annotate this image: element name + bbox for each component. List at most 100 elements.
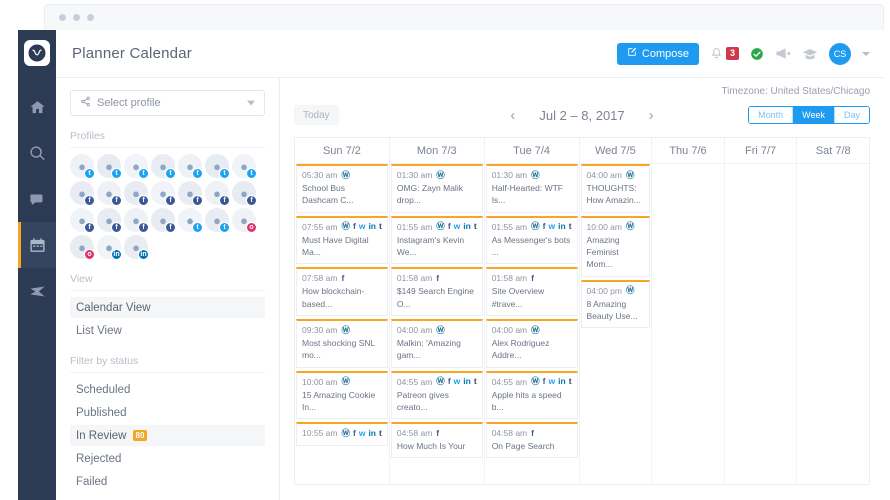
calendar-event[interactable]: 01:30 am Ⓦ Half-Hearted: WTF Is... bbox=[485, 164, 578, 213]
profile-avatar[interactable]: ● f bbox=[151, 208, 176, 233]
day-header: Tue 7/4 bbox=[484, 138, 579, 164]
calendar-event[interactable]: 01:55 am Ⓦf ᴡ in t As Messenger's bots ... bbox=[485, 215, 578, 265]
megaphone-icon[interactable] bbox=[775, 47, 791, 60]
network-badge-ig: o bbox=[84, 249, 95, 260]
profile-avatar[interactable]: ● f bbox=[97, 181, 122, 206]
view-mode-month[interactable]: Month bbox=[749, 107, 794, 123]
calendar-event[interactable]: 04:00 am Ⓦ THOUGHTS: How Amazin... bbox=[580, 164, 651, 213]
network-badge-fb: f bbox=[165, 222, 176, 233]
chevron-down-icon[interactable] bbox=[862, 51, 870, 56]
status-filter-item[interactable]: Scheduled bbox=[70, 379, 265, 400]
profile-avatar[interactable]: ● in bbox=[124, 235, 149, 260]
status-count-badge: 80 bbox=[132, 430, 148, 441]
profile-avatar[interactable]: ● t bbox=[97, 154, 122, 179]
profile-avatar[interactable]: ● t bbox=[178, 154, 203, 179]
calendar-event[interactable]: 01:58 am f Site Overview #trave... bbox=[485, 267, 578, 316]
event-networks: Ⓦ bbox=[341, 326, 350, 335]
profile-avatar[interactable]: ● f bbox=[151, 181, 176, 206]
today-button[interactable]: Today bbox=[294, 105, 339, 125]
search-icon bbox=[29, 145, 46, 162]
profile-avatar[interactable]: ● t bbox=[151, 154, 176, 179]
select-profile-label: Select profile bbox=[97, 97, 161, 109]
avatar[interactable]: CS bbox=[829, 42, 851, 65]
prev-week-button[interactable]: ‹ bbox=[510, 108, 515, 123]
profile-avatar[interactable]: ● o bbox=[232, 208, 257, 233]
calendar-event[interactable]: 04:00 am Ⓦ Alex Rodriguez Addre... bbox=[485, 318, 578, 368]
calendar-day-column: Mon 7/3 01:30 am Ⓦ OMG: Zayn Malik drop... 0… bbox=[389, 138, 485, 484]
network-badge-tw: t bbox=[219, 168, 230, 179]
graduation-cap-icon[interactable] bbox=[802, 47, 818, 60]
compose-button[interactable]: Compose bbox=[616, 42, 699, 65]
calendar-event[interactable]: 04:58 am f On Page Search bbox=[485, 422, 578, 459]
event-meta: 01:58 am f bbox=[397, 273, 477, 283]
calendar-event[interactable]: 01:55 am Ⓦf ᴡ in t Instagram's Kevin We... bbox=[390, 215, 483, 265]
event-title: 15 Amazing Cookie In... bbox=[302, 389, 376, 412]
calendar-event[interactable]: 01:58 am f $149 Search Engine O... bbox=[390, 267, 483, 316]
event-networks: f bbox=[531, 429, 534, 438]
view-item[interactable]: Calendar View bbox=[70, 297, 265, 318]
day-events bbox=[652, 164, 724, 484]
rail-item-publish[interactable] bbox=[18, 268, 56, 314]
profile-avatar[interactable]: ● t bbox=[124, 154, 149, 179]
calendar-event[interactable]: 04:00 pm Ⓦ 8 Amazing Beauty Use... bbox=[580, 279, 651, 329]
view-mode-week[interactable]: Week bbox=[793, 107, 835, 123]
calendar-event[interactable]: 05:30 am Ⓦ School Bus Dashcam C... bbox=[296, 164, 388, 213]
calendar-event[interactable]: 07:55 am Ⓦf ᴡ in t Must Have Digital Ma... bbox=[296, 215, 388, 265]
calendar-day-column: Sat 7/8 bbox=[797, 138, 869, 484]
calendar-event[interactable]: 07:58 am f How blockchain-based... bbox=[296, 267, 388, 316]
profile-avatar[interactable]: ● f bbox=[205, 181, 230, 206]
calendar-event[interactable]: 09:30 am Ⓦ Most shocking SNL mo... bbox=[296, 318, 388, 368]
profile-avatar[interactable]: ● f bbox=[70, 181, 95, 206]
select-profile-dropdown[interactable]: Select profile bbox=[70, 90, 265, 116]
event-networks: Ⓦ bbox=[531, 326, 540, 335]
rail-item-search[interactable] bbox=[18, 130, 56, 176]
rail-item-calendar[interactable] bbox=[18, 222, 56, 268]
event-title: $149 Search Engine O... bbox=[396, 286, 474, 309]
profile-avatar[interactable]: ● f bbox=[97, 208, 122, 233]
calendar-event[interactable]: 04:58 am f How Much Is Your bbox=[390, 422, 483, 459]
status-filter-item[interactable]: Failed bbox=[70, 471, 265, 492]
profile-avatar[interactable]: ● t bbox=[232, 154, 257, 179]
chevron-down-icon bbox=[247, 94, 255, 112]
network-icon-wp: Ⓦ bbox=[341, 221, 350, 232]
profile-avatar[interactable]: ● t bbox=[178, 208, 203, 233]
status-filter-item[interactable]: Published bbox=[70, 402, 265, 423]
calendar-event[interactable]: 10:55 am Ⓦf ᴡ in t bbox=[296, 422, 388, 447]
profile-avatar[interactable]: ● f bbox=[232, 181, 257, 206]
event-title: Site Overview #trave... bbox=[491, 286, 545, 309]
calendar-event[interactable]: 10:00 am Ⓦ Amazing Feminist Mom... bbox=[580, 215, 651, 277]
rail-item-home[interactable] bbox=[18, 84, 56, 130]
event-meta: 05:30 am Ⓦ bbox=[302, 170, 382, 180]
window-dot-maximize[interactable] bbox=[87, 14, 94, 21]
profile-avatar[interactable]: ● f bbox=[178, 181, 203, 206]
app-logo[interactable] bbox=[24, 40, 50, 66]
network-badge-fb: f bbox=[246, 195, 257, 206]
profile-avatar[interactable]: ● f bbox=[124, 181, 149, 206]
window-dot-minimize[interactable] bbox=[73, 14, 80, 21]
calendar-event[interactable]: 04:55 am Ⓦf ᴡ in t Apple hits a speed b... bbox=[485, 370, 578, 420]
next-week-button[interactable]: › bbox=[649, 108, 654, 123]
notifications[interactable]: 3 bbox=[710, 47, 739, 60]
calendar-day-column: Sun 7/2 05:30 am Ⓦ School Bus Dashcam C... 0… bbox=[295, 138, 390, 484]
profile-avatar[interactable]: ● in bbox=[97, 235, 122, 260]
event-title: School Bus Dashcam C... bbox=[302, 183, 354, 206]
profile-avatar[interactable]: ● f bbox=[124, 208, 149, 233]
check-circle-icon[interactable] bbox=[750, 47, 764, 61]
network-icon-tw: ᴡ bbox=[453, 221, 461, 232]
window-dot-close[interactable] bbox=[59, 14, 66, 21]
calendar-event[interactable]: 10:00 am Ⓦ 15 Amazing Cookie In... bbox=[296, 370, 388, 420]
status-filter-item[interactable]: Rejected bbox=[70, 448, 265, 469]
network-icon-wp: Ⓦ bbox=[625, 285, 635, 296]
calendar-event[interactable]: 01:30 am Ⓦ OMG: Zayn Malik drop... bbox=[390, 164, 483, 213]
view-item[interactable]: List View bbox=[70, 320, 265, 341]
profile-avatar[interactable]: ● o bbox=[70, 235, 95, 260]
rail-item-messages[interactable] bbox=[18, 176, 56, 222]
profile-avatar[interactable]: ● f bbox=[70, 208, 95, 233]
profile-avatar[interactable]: ● t bbox=[70, 154, 95, 179]
view-mode-day[interactable]: Day bbox=[834, 107, 869, 123]
status-filter-item[interactable]: In Review 80 bbox=[70, 425, 265, 446]
calendar-event[interactable]: 04:00 am Ⓦ Malkin: 'Amazing gam... bbox=[390, 318, 483, 368]
profile-avatar[interactable]: ● t bbox=[205, 154, 230, 179]
calendar-event[interactable]: 04:55 am Ⓦf ᴡ in t Patreon gives creato... bbox=[390, 370, 483, 420]
profile-avatar[interactable]: ● t bbox=[205, 208, 230, 233]
